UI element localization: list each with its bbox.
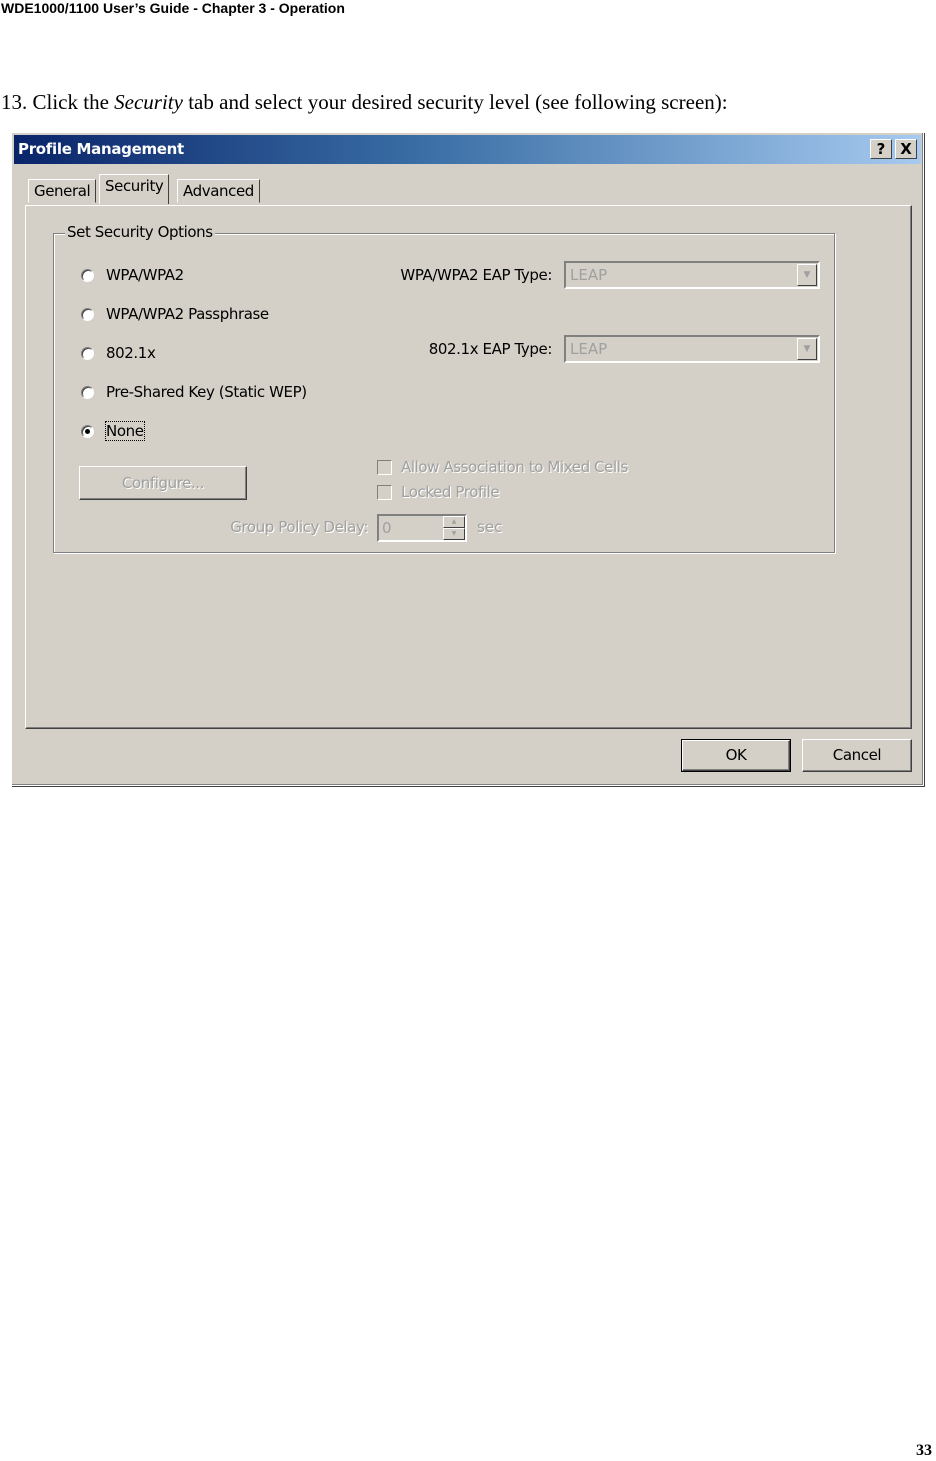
document-header: WDE1000/1100 User’s Guide - Chapter 3 - … xyxy=(1,0,345,16)
checkbox[interactable] xyxy=(377,459,392,475)
chevron-down-icon[interactable]: ▼ xyxy=(797,338,817,360)
wpa-eap-type-select[interactable]: LEAP ▼ xyxy=(564,261,820,289)
tab-security[interactable]: Security xyxy=(99,174,170,204)
page-number: 33 xyxy=(916,1442,932,1459)
tab-advanced[interactable]: Advanced xyxy=(177,179,260,203)
radio-button[interactable] xyxy=(81,385,94,399)
option-802-1x[interactable]: 802.1x xyxy=(81,343,156,363)
option-label: Pre-Shared Key (Static WEP) xyxy=(106,383,307,401)
option-wpa-passphrase[interactable]: WPA/WPA2 Passphrase xyxy=(81,304,269,324)
spinner-value[interactable]: 0 xyxy=(382,519,392,537)
select-value: LEAP xyxy=(570,340,608,358)
radio-button[interactable] xyxy=(81,268,94,282)
checkbox-label: Locked Profile xyxy=(401,483,500,501)
chevron-down-icon[interactable]: ▼ xyxy=(797,264,817,286)
checkbox[interactable] xyxy=(377,484,392,500)
profile-management-dialog: Profile Management ? X General Security … xyxy=(11,132,924,786)
configure-button[interactable]: Configure... xyxy=(79,466,247,500)
dot1x-eap-type-label: 802.1x EAP Type: xyxy=(428,340,553,358)
option-pre-shared-key[interactable]: Pre-Shared Key (Static WEP) xyxy=(81,382,307,402)
wpa-eap-type-label: WPA/WPA2 EAP Type: xyxy=(400,266,552,284)
cancel-button[interactable]: Cancel xyxy=(802,739,912,772)
help-icon[interactable]: ? xyxy=(870,139,892,159)
dialog-title: Profile Management xyxy=(18,140,184,158)
select-value: LEAP xyxy=(570,266,608,284)
option-label: WPA/WPA2 xyxy=(106,266,184,284)
option-label: None xyxy=(105,421,145,441)
option-label: 802.1x xyxy=(106,344,156,362)
tab-general[interactable]: General xyxy=(28,179,97,203)
group-policy-unit: sec xyxy=(477,518,503,536)
dot1x-eap-type-select[interactable]: LEAP ▼ xyxy=(564,335,820,363)
group-title: Set Security Options xyxy=(65,223,215,241)
spin-up-icon[interactable]: ▲ xyxy=(443,516,465,528)
group-policy-delay-spinner[interactable]: 0 ▲ ▼ xyxy=(377,514,467,542)
instruction-emphasis: Security xyxy=(114,90,183,114)
instruction-suffix: tab and select your desired security lev… xyxy=(182,90,728,114)
spin-down-icon[interactable]: ▼ xyxy=(443,528,465,540)
ok-button[interactable]: OK xyxy=(681,739,791,772)
close-icon[interactable]: X xyxy=(895,139,917,159)
group-policy-delay-label: Group Policy Delay: xyxy=(230,518,368,536)
radio-button-selected[interactable] xyxy=(81,424,94,438)
radio-button[interactable] xyxy=(81,346,94,360)
checkbox-label: Allow Association to Mixed Cells xyxy=(401,458,628,476)
option-label: WPA/WPA2 Passphrase xyxy=(106,305,269,323)
instruction-prefix: 13. Click the xyxy=(1,90,115,114)
option-none[interactable]: None xyxy=(81,421,145,441)
instruction-text: 13. Click the Security tab and select yo… xyxy=(1,90,728,115)
title-bar[interactable]: Profile Management ? X xyxy=(14,135,921,164)
option-wpa-wpa2[interactable]: WPA/WPA2 xyxy=(81,265,184,285)
mixed-cells-option[interactable]: Allow Association to Mixed Cells xyxy=(377,458,628,476)
locked-profile-option[interactable]: Locked Profile xyxy=(377,483,500,501)
radio-button[interactable] xyxy=(81,307,94,321)
